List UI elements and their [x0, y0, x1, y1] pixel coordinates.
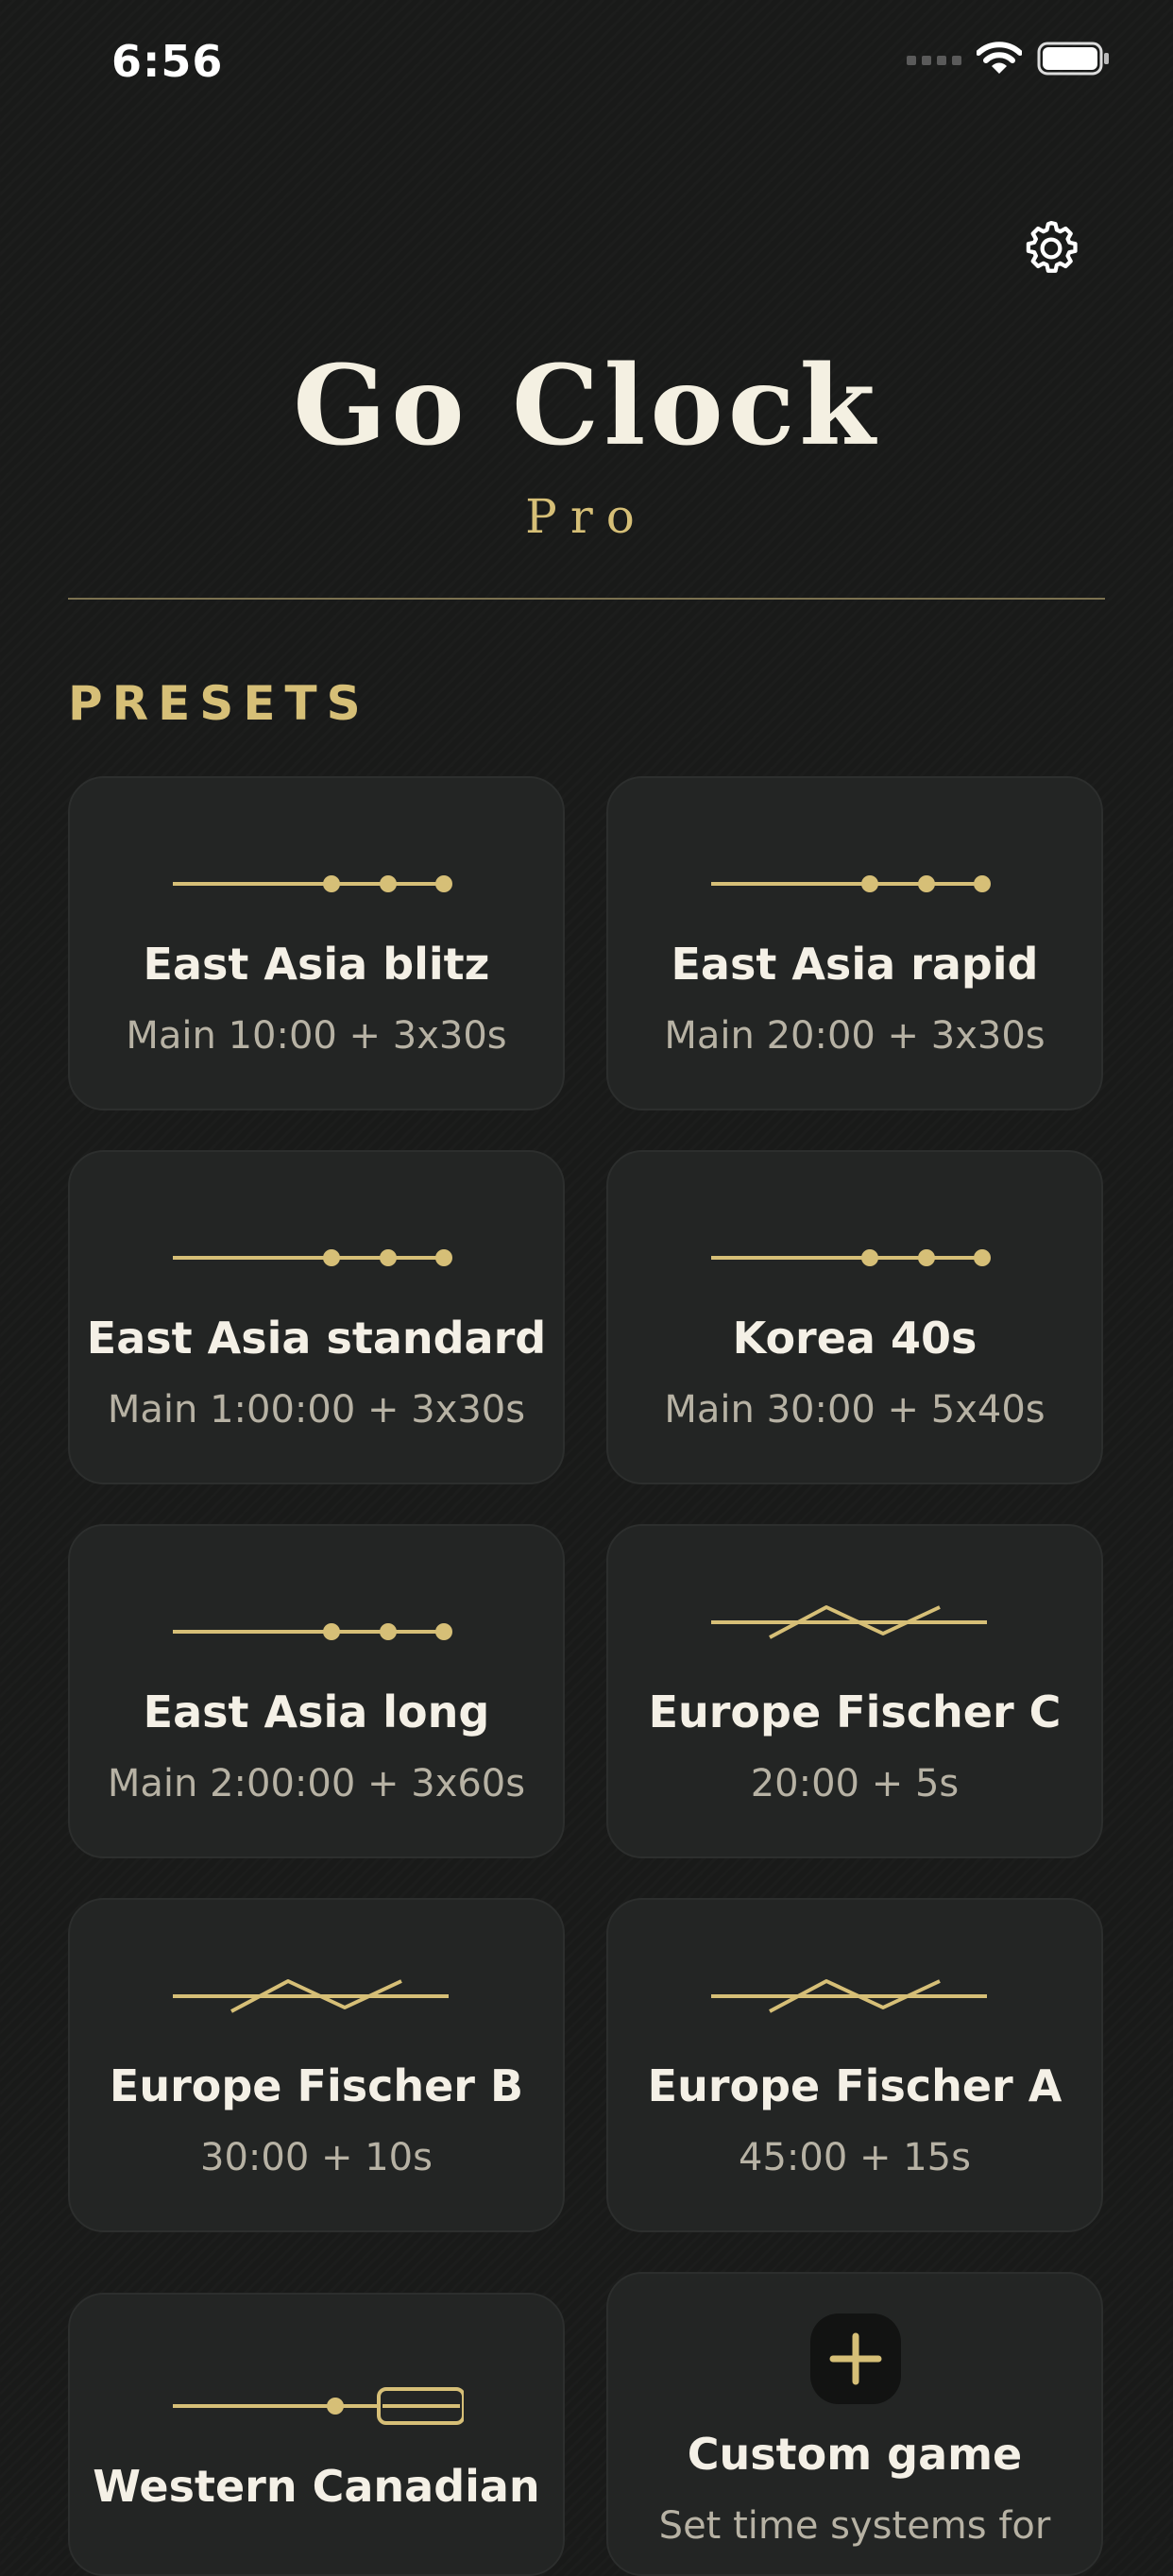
byoyomi-line-icon: [173, 1249, 452, 1266]
preset-detail: Main 20:00 + 3x30s: [664, 1014, 1046, 1058]
preset-name: Korea 40s: [732, 1313, 978, 1364]
preset-card-western-canadian[interactable]: Western Canadian: [68, 2293, 565, 2576]
preset-card-east-asia-standard[interactable]: East Asia standard Main 1:00:00 + 3x30s: [68, 1150, 565, 1484]
preset-card-europe-fischer-b[interactable]: Europe Fischer B 30:00 + 10s: [68, 1898, 565, 2232]
fischer-zigzag-icon: [711, 1979, 987, 2013]
plus-icon: [829, 2332, 882, 2385]
preset-card-korea-40s[interactable]: Korea 40s Main 30:00 + 5x40s: [606, 1150, 1103, 1484]
preset-name: Europe Fischer B: [109, 2060, 524, 2111]
preset-name: Europe Fischer A: [647, 2060, 1062, 2111]
gear-icon: [1026, 220, 1078, 273]
settings-button[interactable]: [1009, 206, 1094, 291]
preset-card-east-asia-blitz[interactable]: East Asia blitz Main 10:00 + 3x30s: [68, 776, 565, 1110]
add-custom-button[interactable]: [810, 2313, 901, 2404]
header-divider: [68, 598, 1105, 600]
byoyomi-line-icon: [173, 1623, 452, 1640]
preset-card-europe-fischer-c[interactable]: Europe Fischer C 20:00 + 5s: [606, 1524, 1103, 1858]
status-icons: [907, 42, 1111, 76]
fischer-zigzag-icon: [173, 1979, 449, 2013]
custom-game-card[interactable]: Custom game Set time systems for: [606, 2272, 1103, 2576]
preset-detail: Main 1:00:00 + 3x30s: [107, 1388, 526, 1432]
battery-icon: [1037, 42, 1109, 76]
presets-header: PRESETS: [68, 676, 370, 731]
preset-name: East Asia long: [143, 1686, 490, 1737]
app-title: Go Clock: [293, 342, 880, 470]
custom-game-name: Custom game: [687, 2429, 1023, 2480]
byoyomi-line-icon: [711, 875, 991, 892]
cellular-signal-icon: [907, 56, 961, 65]
preset-name: East Asia standard: [86, 1313, 547, 1364]
preset-name: Europe Fischer C: [648, 1686, 1062, 1737]
app-subtitle: Pro: [525, 489, 648, 544]
preset-detail: Main 10:00 + 3x30s: [126, 1014, 507, 1058]
preset-card-europe-fischer-a[interactable]: Europe Fischer A 45:00 + 15s: [606, 1898, 1103, 2232]
preset-card-east-asia-rapid[interactable]: East Asia rapid Main 20:00 + 3x30s: [606, 776, 1103, 1110]
preset-detail: Main 30:00 + 5x40s: [664, 1388, 1046, 1432]
canadian-line-icon: [173, 2387, 464, 2425]
preset-card-east-asia-long[interactable]: East Asia long Main 2:00:00 + 3x60s: [68, 1524, 565, 1858]
preset-name: East Asia blitz: [143, 939, 490, 990]
preset-name: East Asia rapid: [671, 939, 1039, 990]
preset-detail: Main 2:00:00 + 3x60s: [107, 1762, 526, 1805]
byoyomi-line-icon: [173, 875, 452, 892]
fischer-zigzag-icon: [711, 1605, 987, 1639]
preset-detail: 30:00 + 10s: [200, 2136, 433, 2179]
custom-game-detail: Set time systems for: [658, 2504, 1051, 2548]
status-time: 6:56: [111, 36, 224, 87]
preset-detail: 20:00 + 5s: [750, 1762, 960, 1805]
byoyomi-line-icon: [711, 1249, 991, 1266]
preset-name: Western Canadian: [93, 2461, 540, 2512]
wifi-icon: [977, 42, 1022, 74]
preset-detail: 45:00 + 15s: [739, 2136, 971, 2179]
